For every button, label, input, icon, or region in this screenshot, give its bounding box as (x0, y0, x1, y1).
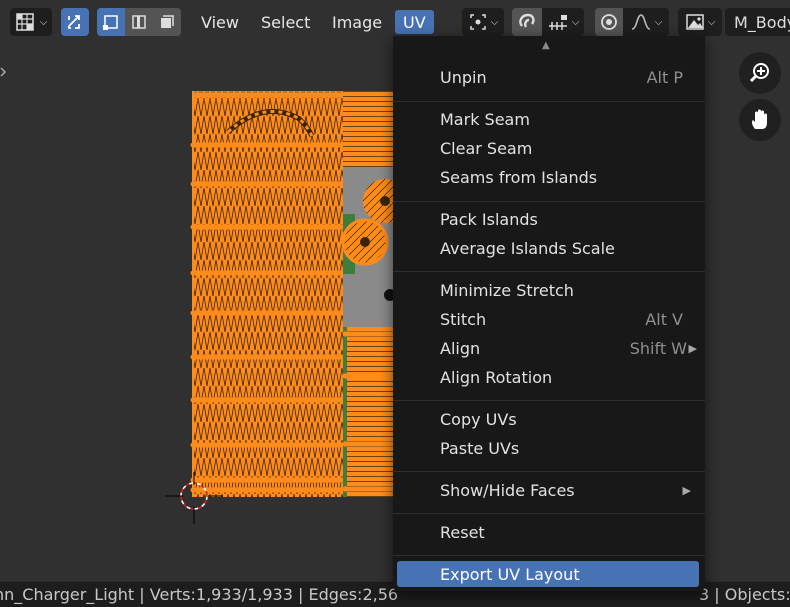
edge-select-mode-button[interactable] (125, 8, 153, 36)
toolbar-expand-icon[interactable] (0, 67, 7, 77)
submenu-arrow-icon: ▶ (682, 483, 691, 497)
uv-island-left[interactable] (190, 91, 346, 497)
menu-item-label: Reset (440, 522, 485, 542)
scroll-up-icon[interactable]: ▲ (542, 40, 550, 51)
image-browse-button[interactable]: ⌵ (678, 8, 722, 36)
proportional-edit-icon (601, 14, 617, 30)
menu-item-minimize-stretch[interactable]: Minimize Stretch (397, 277, 699, 303)
pivot-point-dropdown[interactable]: ⌵ (462, 8, 504, 36)
pivot-point-icon (469, 14, 486, 30)
menu-separator (393, 513, 705, 514)
uv-sync-selection-icon (68, 15, 80, 29)
uv-menu-dropdown: ▲ Unpin Alt P Mark Seam Clear Seam Seams… (393, 36, 705, 591)
face-select-mode-button[interactable] (153, 8, 181, 36)
proportional-edit-button[interactable] (595, 8, 623, 36)
menu-separator (393, 471, 705, 472)
status-scene-stats: hn_Charger_Light | Verts:1,933/1,933 | E… (0, 585, 399, 604)
snap-toggle-button[interactable] (512, 8, 542, 36)
menu-item-copy-uvs[interactable]: Copy UVs (397, 406, 699, 432)
menu-item-paste-uvs[interactable]: Paste UVs (397, 435, 699, 461)
menu-item-seams-from-islands[interactable]: Seams from Islands (397, 164, 699, 190)
menu-item-reset[interactable]: Reset (397, 519, 699, 545)
uv-editor-window: ⌵ View Select Image UV ⌵ ⌵ ⌵ ⌵ M_Body hn… (0, 0, 790, 607)
menu-item-label: Mark Seam (440, 109, 530, 129)
snap-increment-icon (548, 15, 567, 30)
menu-item-label: Show/Hide Faces (440, 480, 575, 500)
menu-item-label: Unpin (440, 67, 487, 87)
pan-button[interactable] (739, 99, 781, 141)
edge-select-icon (132, 15, 146, 29)
menu-item-pack-islands[interactable]: Pack Islands (397, 206, 699, 232)
menu-item-average-islands-scale[interactable]: Average Islands Scale (397, 235, 699, 261)
menu-uv[interactable]: UV (395, 10, 434, 34)
menu-item-label: Paste UVs (440, 438, 520, 458)
vertex-select-icon (103, 15, 118, 30)
menu-separator (393, 271, 705, 272)
menu-image[interactable]: Image (324, 10, 390, 34)
menu-item-shortcut: Alt P (646, 67, 683, 87)
chevron-down-icon: ⌵ (39, 16, 48, 28)
menu-select[interactable]: Select (253, 10, 318, 34)
menu-item-label: Copy UVs (440, 409, 517, 429)
uv-sync-selection-button[interactable] (61, 8, 89, 36)
menu-item-clear-seam[interactable]: Clear Seam (397, 135, 699, 161)
editor-type-button[interactable]: ⌵ (10, 8, 52, 36)
menu-item-label: Minimize Stretch (440, 280, 574, 300)
menu-item-label: Clear Seam (440, 138, 533, 158)
proportional-falloff-dropdown[interactable]: ⌵ (623, 8, 669, 36)
menu-item-align[interactable]: Align Shift W ▶ (397, 335, 699, 361)
menu-item-label: Stitch (440, 309, 487, 329)
submenu-arrow-icon: ▶ (688, 341, 697, 355)
menu-view[interactable]: View (193, 10, 247, 34)
menu-item-label: Align (440, 338, 481, 358)
chevron-down-icon: ⌵ (654, 16, 663, 28)
menu-item-shortcut: Alt V (645, 309, 683, 329)
vertex-select-mode-button[interactable] (97, 8, 125, 36)
menu-separator (393, 201, 705, 202)
face-select-icon (161, 15, 174, 28)
uv-editor-icon (15, 13, 34, 31)
zoom-icon (749, 63, 769, 83)
menu-item-shortcut: Shift W (629, 338, 687, 358)
menu-item-label: Export UV Layout (440, 564, 580, 584)
chevron-down-icon: ⌵ (571, 16, 580, 28)
snap-target-dropdown[interactable]: ⌵ (542, 8, 584, 36)
menu-item-label: Average Islands Scale (440, 238, 615, 258)
menu-item-align-rotation[interactable]: Align Rotation (397, 364, 699, 390)
menu-separator (393, 101, 705, 102)
status-objects-stats: 3 | Objects:1 (699, 585, 790, 604)
menu-item-label: Align Rotation (440, 367, 553, 387)
menu-separator (393, 555, 705, 556)
menu-item-label: Seams from Islands (440, 167, 598, 187)
zoom-button[interactable] (739, 52, 781, 94)
menu-item-export-uv-layout[interactable]: Export UV Layout (397, 561, 699, 587)
menu-separator (393, 400, 705, 401)
chevron-down-icon: ⌵ (490, 16, 499, 28)
menu-item-show-hide-faces[interactable]: Show/Hide Faces ▶ (397, 477, 699, 503)
menu-item-label: Pack Islands (440, 209, 538, 229)
falloff-curve-icon (631, 14, 650, 30)
menu-item-unpin[interactable]: Unpin Alt P (397, 64, 699, 90)
image-browse-icon (685, 14, 704, 30)
menu-item-mark-seam[interactable]: Mark Seam (397, 106, 699, 132)
image-name-field[interactable]: M_Body (725, 8, 790, 36)
snap-magnet-icon (519, 13, 535, 28)
menu-item-stitch[interactable]: Stitch Alt V (397, 306, 699, 332)
chevron-down-icon: ⌵ (707, 16, 716, 28)
hand-pan-icon (751, 109, 767, 129)
